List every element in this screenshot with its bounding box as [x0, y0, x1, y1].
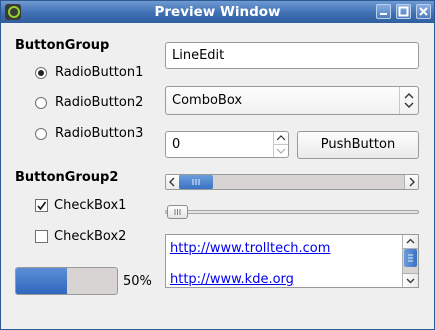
vertical-scrollbar[interactable] — [402, 235, 418, 287]
radio-button-2-label[interactable]: RadioButton2 — [55, 95, 143, 110]
horizontal-scrollbar[interactable] — [165, 174, 419, 190]
radio-button-3[interactable] — [35, 128, 47, 140]
combo-box[interactable]: ComboBox — [165, 86, 419, 115]
radio-button-3-label[interactable]: RadioButton3 — [55, 126, 143, 141]
radio-button-1-label[interactable]: RadioButton1 — [55, 65, 143, 80]
line-edit-value: LineEdit — [172, 48, 225, 63]
close-button[interactable] — [416, 4, 431, 19]
chevron-down-icon — [276, 148, 286, 154]
vertical-scrollbar-handle[interactable] — [404, 249, 417, 267]
minimize-icon — [380, 13, 387, 15]
radio-button-2[interactable] — [35, 97, 47, 109]
link-kde[interactable]: http://www.kde.org — [170, 272, 294, 287]
chevron-down-icon — [406, 278, 415, 284]
slider-track[interactable] — [165, 210, 419, 214]
scroll-up-button[interactable] — [403, 235, 418, 249]
spin-box-value: 0 — [172, 137, 181, 152]
checkbox-1[interactable] — [35, 199, 48, 212]
text-browser[interactable]: http://www.trolltech.com http://www.kde.… — [165, 234, 419, 288]
checkbox-1-label[interactable]: CheckBox1 — [54, 198, 126, 213]
buttongroup-title: ButtonGroup — [15, 38, 110, 53]
scroll-down-button[interactable] — [403, 273, 418, 287]
progress-label: 50% — [123, 274, 152, 289]
updown-chevron-icon — [404, 93, 414, 108]
close-icon — [419, 7, 428, 16]
maximize-button[interactable] — [396, 4, 411, 19]
combo-box-arrow-button[interactable] — [399, 87, 418, 114]
buttongroup2-title: ButtonGroup2 — [15, 170, 119, 185]
progress-bar — [15, 267, 118, 295]
combo-box-value: ComboBox — [172, 93, 243, 108]
chevron-right-icon — [409, 177, 415, 187]
scroll-left-button[interactable] — [166, 175, 180, 189]
chevron-left-icon — [169, 177, 175, 187]
scroll-right-button[interactable] — [404, 175, 418, 189]
chevron-up-icon — [406, 238, 415, 244]
radio-button-1[interactable] — [35, 67, 47, 79]
minimize-button[interactable] — [376, 4, 391, 19]
line-edit[interactable]: LineEdit — [165, 42, 419, 69]
slider-handle[interactable] — [167, 205, 188, 219]
progress-fill — [16, 268, 67, 294]
link-trolltech[interactable]: http://www.trolltech.com — [170, 241, 330, 256]
title-bar[interactable]: Preview Window — [1, 1, 434, 23]
checkbox-2-label[interactable]: CheckBox2 — [54, 229, 126, 244]
radio-dot-1 — [38, 70, 44, 76]
scrollbar-handle[interactable] — [179, 175, 213, 189]
grip-icon — [192, 179, 200, 185]
chevron-up-icon — [276, 135, 286, 141]
checkmark-icon — [37, 201, 47, 211]
spin-down-button[interactable] — [273, 145, 288, 157]
grip-icon — [174, 209, 181, 215]
spin-box[interactable]: 0 — [165, 131, 289, 158]
maximize-icon — [398, 6, 409, 17]
window-title: Preview Window — [154, 4, 281, 20]
spin-up-button[interactable] — [273, 132, 288, 145]
grip-icon — [408, 254, 413, 262]
checkbox-2[interactable] — [35, 230, 48, 243]
push-button[interactable]: PushButton — [297, 131, 419, 159]
preview-window: Preview Window ButtonGroup RadioButton1 … — [0, 0, 435, 330]
